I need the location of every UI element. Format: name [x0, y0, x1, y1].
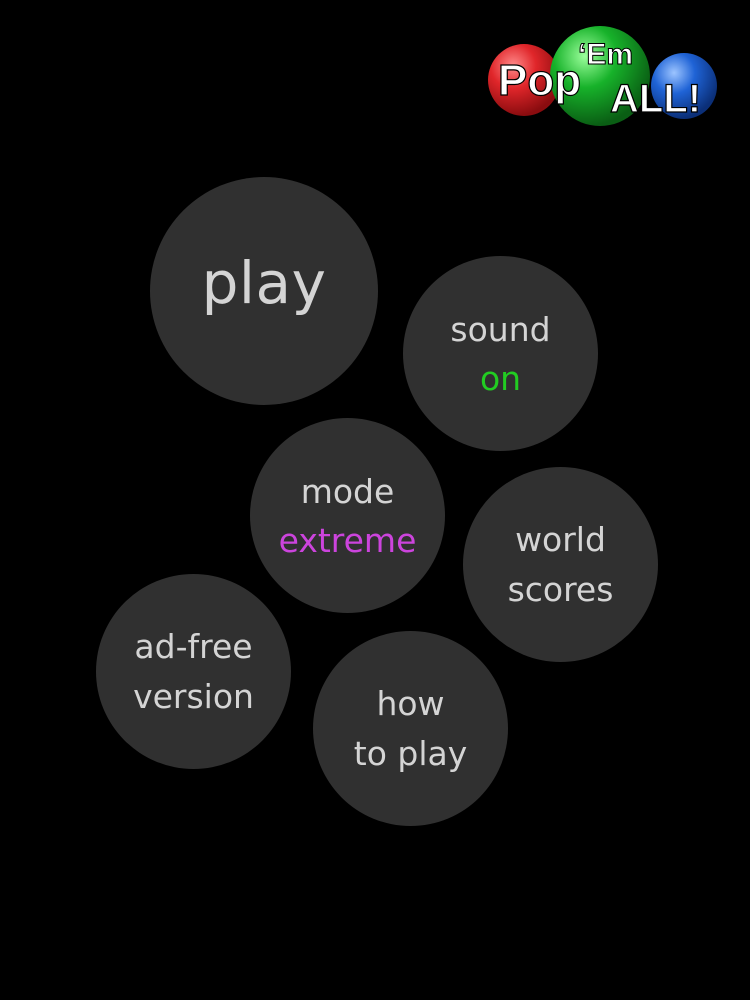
ad-free-line2: version [133, 676, 254, 716]
sound-label: sound [450, 309, 551, 349]
mode-label: mode [300, 471, 395, 511]
logo-word-all: ALL! [610, 77, 701, 121]
world-scores-button[interactable]: world scores [463, 467, 658, 662]
sound-toggle-button[interactable]: sound on [403, 256, 598, 451]
how-to-play-button[interactable]: how to play [313, 631, 508, 826]
logo-word-pop: Pop [498, 56, 581, 105]
how-to-play-line2: to play [353, 733, 468, 773]
ad-free-version-button[interactable]: ad-free version [96, 574, 291, 769]
sound-value: on [479, 358, 522, 398]
ad-free-line1: ad-free [134, 626, 253, 666]
mode-value: extreme [278, 520, 417, 560]
logo-word-em: ‘Em [578, 38, 633, 71]
play-label: play [201, 249, 327, 317]
play-button[interactable]: play [150, 177, 378, 405]
how-to-play-line1: how [376, 683, 445, 723]
world-scores-line2: scores [507, 569, 614, 609]
mode-button[interactable]: mode extreme [250, 418, 445, 613]
pop-em-all-logo: Pop ‘Em ALL! [488, 26, 717, 126]
world-scores-line1: world [515, 519, 606, 559]
